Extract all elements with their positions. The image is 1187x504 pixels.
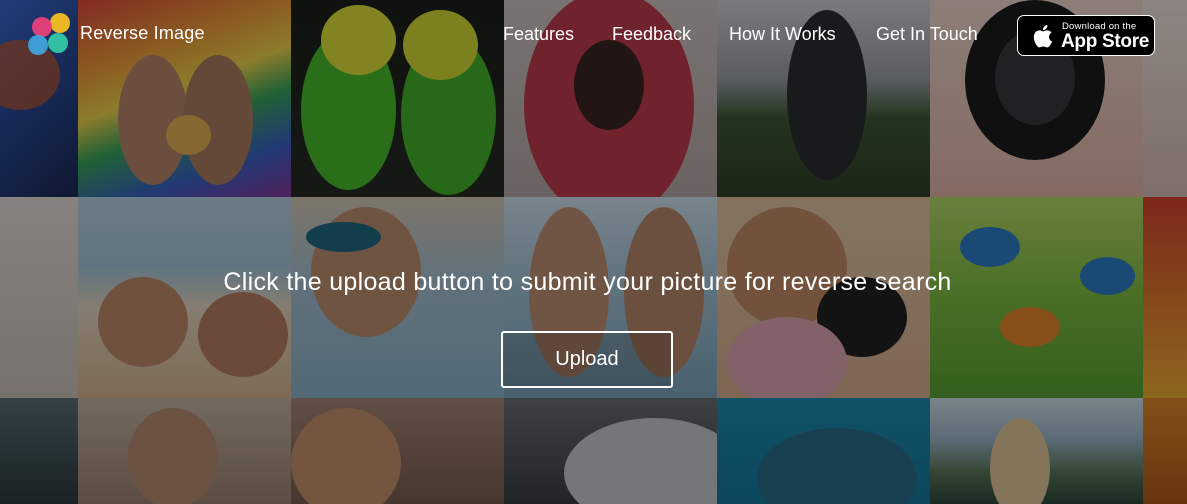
nav-how-it-works[interactable]: How It Works: [729, 24, 836, 45]
upload-button[interactable]: Upload: [501, 331, 673, 388]
nav-features[interactable]: Features: [503, 24, 574, 45]
hero-headline: Click the upload button to submit your p…: [223, 268, 952, 296]
logo-dot-blue: [28, 35, 48, 55]
dark-overlay: [0, 0, 1187, 504]
nav-get-in-touch[interactable]: Get In Touch: [876, 24, 978, 45]
apple-icon: [1033, 24, 1053, 48]
brand-name[interactable]: Reverse Image: [80, 23, 205, 44]
nav-feedback[interactable]: Feedback: [612, 24, 691, 45]
app-store-button[interactable]: Download on the App Store: [1017, 15, 1155, 56]
brand-logo-icon[interactable]: [26, 13, 72, 57]
app-store-big-text: App Store: [1061, 31, 1150, 52]
logo-dot-pink: [32, 17, 52, 37]
logo-dot-teal: [48, 33, 68, 53]
logo-dot-yellow: [50, 13, 70, 33]
top-bar: Reverse Image Features Feedback How It W…: [0, 0, 1187, 70]
